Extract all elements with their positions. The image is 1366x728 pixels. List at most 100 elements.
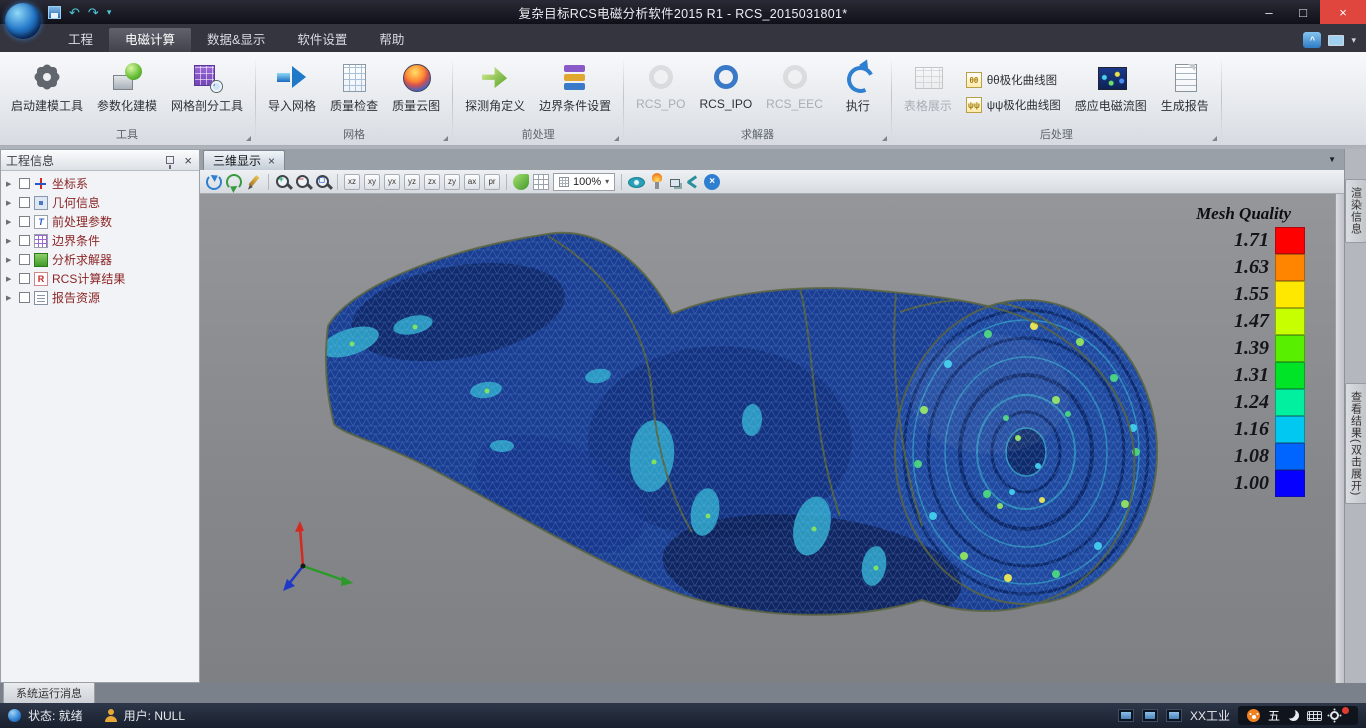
pin-icon[interactable] xyxy=(166,156,174,164)
status-info-icon xyxy=(8,709,21,722)
psi-polarization-curve-button[interactable]: ψψ ψψ极化曲线图 xyxy=(966,97,1061,113)
tab-help[interactable]: 帮助 xyxy=(363,28,420,52)
ime-mode-label[interactable]: 五 xyxy=(1268,707,1280,724)
induced-current-map-button[interactable]: 感应电磁流图 xyxy=(1068,56,1154,129)
system-messages-tab[interactable]: 系统运行消息 xyxy=(3,683,95,705)
ribbon-tab-bar: 工程 电磁计算 数据&显示 软件设置 帮助 ^ ▾ xyxy=(0,24,1366,52)
theta-polarization-curve-button[interactable]: θθ θθ极化曲线图 xyxy=(966,72,1061,88)
tab-close-icon[interactable]: × xyxy=(268,154,275,168)
expand-arrow-icon[interactable]: ▶ xyxy=(6,256,15,264)
axis-view-button[interactable]: pr xyxy=(484,174,500,190)
taskbar-window-icon[interactable] xyxy=(1118,709,1134,722)
ime-logo-icon[interactable] xyxy=(1247,709,1260,722)
parametric-modeling-button[interactable]: 参数化建模 xyxy=(90,56,164,129)
zoom-level-control[interactable]: 100% ▾ xyxy=(553,173,615,191)
tab-project[interactable]: 工程 xyxy=(52,28,109,52)
axis-view-button[interactable]: xz xyxy=(344,174,360,190)
tree-item-rcs-results[interactable]: ▶ R RCS计算结果 xyxy=(1,269,199,288)
tree-item-coordinate-system[interactable]: ▶ 坐标系 xyxy=(1,174,199,193)
axis-view-button[interactable]: zx xyxy=(424,174,440,190)
generate-report-button[interactable]: 生成报告 xyxy=(1154,56,1216,129)
share-icon[interactable] xyxy=(684,174,700,190)
solver-eec-button[interactable]: RCS_EEC xyxy=(759,56,830,129)
close-button[interactable]: × xyxy=(1320,0,1366,24)
save-icon[interactable] xyxy=(48,6,61,19)
solver-ipo-button[interactable]: RCS_IPO xyxy=(692,56,759,129)
quick-access-dropdown-icon[interactable]: ▾ xyxy=(107,7,112,18)
axis-view-button[interactable]: zy xyxy=(444,174,460,190)
checkbox[interactable] xyxy=(19,254,30,265)
tab-overflow-icon[interactable]: ▼ xyxy=(1328,155,1336,164)
checkbox[interactable] xyxy=(19,197,30,208)
expand-arrow-icon[interactable]: ▶ xyxy=(6,294,15,302)
execute-button[interactable]: 执行 xyxy=(830,56,886,129)
user-text: 用户: NULL xyxy=(124,707,185,724)
tab-software-settings[interactable]: 软件设置 xyxy=(281,28,363,52)
view-results-vertical-tab[interactable]: 查看结果(双击展开) xyxy=(1345,383,1366,504)
launch-modeling-tool-button[interactable]: 启动建模工具 xyxy=(4,56,90,129)
tree-item-label: 分析求解器 xyxy=(52,251,112,268)
probe-angle-button[interactable]: 探测角定义 xyxy=(458,56,532,129)
tree-item-boundary-conditions[interactable]: ▶ 边界条件 xyxy=(1,231,199,250)
quality-check-button[interactable]: 质量检查 xyxy=(323,56,385,129)
view-mode-icon[interactable] xyxy=(628,177,645,188)
axis-view-button[interactable]: yx xyxy=(384,174,400,190)
expand-arrow-icon[interactable]: ▶ xyxy=(6,275,15,283)
chevron-down-icon[interactable]: ▾ xyxy=(1351,35,1356,46)
expand-arrow-icon[interactable]: ▶ xyxy=(6,180,15,188)
orbit-view-icon[interactable] xyxy=(206,174,222,190)
undo-icon[interactable]: ↶ xyxy=(69,6,80,19)
checkbox[interactable] xyxy=(19,292,30,303)
tree-item-label: 前处理参数 xyxy=(52,213,112,230)
render-info-vertical-tab[interactable]: 渲染信息 xyxy=(1345,179,1366,243)
import-mesh-button[interactable]: 导入网格 xyxy=(261,56,323,129)
report-resource-icon xyxy=(34,291,48,305)
viewport-scrollbar[interactable] xyxy=(1335,194,1344,683)
rotate-view-icon[interactable] xyxy=(226,174,242,190)
close-view-icon[interactable]: × xyxy=(704,174,720,190)
redo-icon[interactable]: ↷ xyxy=(88,6,99,19)
minimize-button[interactable]: – xyxy=(1252,0,1286,24)
tree-item-geometry-info[interactable]: ▶ 几何信息 xyxy=(1,193,199,212)
zoom-window-icon[interactable]: ▢ xyxy=(315,174,331,190)
maximize-button[interactable]: □ xyxy=(1286,0,1320,24)
taskbar-window-icon[interactable] xyxy=(1142,709,1158,722)
tab-3d-display[interactable]: 三维显示 × xyxy=(203,150,285,170)
moon-icon[interactable] xyxy=(1288,710,1299,721)
boundary-condition-button[interactable]: 边界条件设置 xyxy=(532,56,618,129)
tree-item-report-resources[interactable]: ▶ 报告资源 xyxy=(1,288,199,307)
zoom-out-icon[interactable]: − xyxy=(295,174,311,190)
checkbox[interactable] xyxy=(19,235,30,246)
quality-cloud-button[interactable]: 质量云图 xyxy=(385,56,447,129)
mesh-partition-tool-button[interactable]: 网格剖分工具 xyxy=(164,56,250,129)
monitor-icon[interactable] xyxy=(1328,35,1344,46)
checkbox[interactable] xyxy=(19,178,30,189)
gear-icon[interactable] xyxy=(1330,711,1339,720)
tab-em-computation[interactable]: 电磁计算 xyxy=(109,28,191,52)
keyboard-icon[interactable] xyxy=(1307,711,1322,721)
3d-viewport[interactable]: Mesh Quality 1.71 1.63 1.55 1.47 1.39 1.… xyxy=(200,194,1335,683)
3d-model-mesh[interactable] xyxy=(200,194,1335,683)
tree-item-preprocess-params[interactable]: ▶ T 前处理参数 xyxy=(1,212,199,231)
axis-view-button[interactable]: yz xyxy=(404,174,420,190)
layers-icon[interactable] xyxy=(670,179,680,187)
axis-view-button[interactable]: xy xyxy=(364,174,380,190)
collapse-ribbon-icon[interactable]: ^ xyxy=(1303,32,1321,48)
table-display-button[interactable]: 表格展示 xyxy=(897,56,959,129)
axis-view-button[interactable]: ax xyxy=(464,174,480,190)
expand-arrow-icon[interactable]: ▶ xyxy=(6,199,15,207)
checkbox[interactable] xyxy=(19,216,30,227)
fit-view-icon[interactable] xyxy=(513,174,529,190)
draw-icon[interactable] xyxy=(246,174,262,190)
taskbar-window-icon[interactable] xyxy=(1166,709,1182,722)
grid-toggle-icon[interactable] xyxy=(533,174,549,190)
expand-arrow-icon[interactable]: ▶ xyxy=(6,237,15,245)
expand-arrow-icon[interactable]: ▶ xyxy=(6,218,15,226)
tab-data-display[interactable]: 数据&显示 xyxy=(191,28,281,52)
checkbox[interactable] xyxy=(19,273,30,284)
zoom-in-icon[interactable]: + xyxy=(275,174,291,190)
solver-po-button[interactable]: RCS_PO xyxy=(629,56,692,129)
tree-item-analysis-solver[interactable]: ▶ 分析求解器 xyxy=(1,250,199,269)
panel-close-icon[interactable]: × xyxy=(182,153,194,168)
light-icon[interactable] xyxy=(649,174,665,190)
